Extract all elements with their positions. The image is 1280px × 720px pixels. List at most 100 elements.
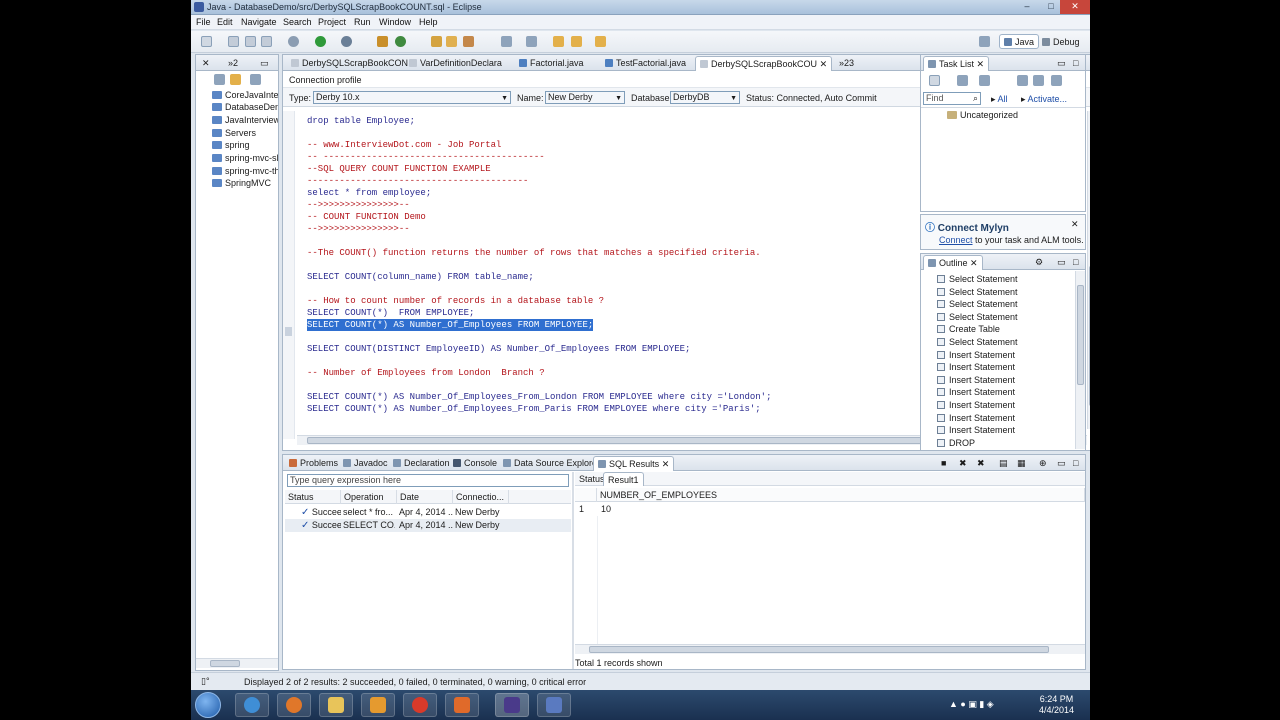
save-all-icon[interactable] (245, 36, 256, 47)
task-find-input[interactable]: Find ⌕ (923, 92, 981, 105)
back-icon[interactable] (571, 36, 582, 47)
history-col-connection[interactable]: Connectio... (453, 490, 509, 504)
menu-project[interactable]: Project (318, 17, 346, 27)
debug-icon[interactable] (288, 36, 299, 47)
outline-item[interactable]: Insert Statement (937, 424, 1015, 437)
task-list-minimize-icon[interactable]: ▭ (1053, 56, 1070, 71)
bottom-maximize-icon[interactable]: □ (1069, 456, 1082, 471)
all-filter-button[interactable]: ▸ All (991, 94, 1008, 105)
taskbar-app-blue[interactable] (537, 693, 571, 717)
open-perspective-icon[interactable] (979, 36, 990, 47)
tab-close-icon[interactable]: ✕ (820, 59, 828, 69)
tab-factorial-java[interactable]: Factorial.java (515, 56, 588, 71)
debug-perspective-button[interactable]: Debug (1037, 34, 1085, 49)
package-explorer-minimize-icon[interactable]: ▭ (256, 56, 273, 71)
print-icon[interactable] (261, 36, 272, 47)
mylyn-close-icon[interactable]: ✕ (1071, 219, 1079, 230)
menu-window[interactable]: Window (379, 17, 411, 27)
remove-all-icon[interactable]: ✖ (973, 456, 989, 471)
outline-item[interactable]: Select Statement (937, 286, 1018, 299)
outline-item[interactable]: Create Table (937, 323, 1000, 336)
results-row[interactable]: 1 10 (575, 503, 1085, 516)
tree-item[interactable]: spring-mvc-sl (212, 152, 278, 164)
new-task-icon[interactable] (929, 75, 940, 86)
stop-icon[interactable]: ■ (937, 456, 950, 471)
history-row[interactable]: ✓ Succee SELECT CO... Apr 4, 2014 ... Ne… (285, 519, 571, 532)
scheduled-icon[interactable] (979, 75, 990, 86)
outline-item[interactable]: Select Statement (937, 336, 1018, 349)
tree-item[interactable]: CoreJavaInter (212, 89, 278, 101)
history-row[interactable]: ✓ Succee select * fro... Apr 4, 2014 ...… (285, 506, 571, 519)
connect-link[interactable]: Connect (939, 235, 973, 245)
remove-icon[interactable]: ✖ (955, 456, 971, 471)
outline-item[interactable]: Insert Statement (937, 412, 1015, 425)
save-results-icon[interactable]: ▦ (1013, 456, 1030, 471)
outline-item[interactable]: Select Statement (937, 311, 1018, 324)
tab-console[interactable]: Console (449, 456, 501, 471)
prev-annotation-icon[interactable] (526, 36, 537, 47)
uncategorized-category[interactable]: Uncategorized (947, 109, 1018, 121)
display-icon[interactable]: ▤ (995, 456, 1012, 471)
outline-item[interactable]: Select Statement (937, 273, 1018, 286)
outline-item[interactable]: Insert Statement (937, 361, 1015, 374)
menu-navigate[interactable]: Navigate (241, 17, 277, 27)
view-menu-icon[interactable] (250, 74, 261, 85)
taskbar-clock[interactable]: 6:24 PM 4/4/2014 (1039, 694, 1074, 716)
tree-item[interactable]: DatabaseDem (212, 101, 278, 113)
tab-close-icon[interactable]: ✕ (970, 258, 978, 268)
package-explorer-close-icon[interactable]: ✕ (198, 56, 214, 71)
editor-vscroll-thumb[interactable] (1089, 266, 1090, 406)
activate-button[interactable]: ▸ Activate... (1021, 94, 1067, 105)
taskbar-eclipse[interactable] (495, 693, 529, 717)
outline-item[interactable]: Insert Statement (937, 386, 1015, 399)
tree-item[interactable]: spring-mvc-th (212, 165, 278, 177)
outline-menu-icon[interactable]: ⚙ (1031, 255, 1047, 270)
menu-search[interactable]: Search (283, 17, 312, 27)
tab-test-factorial-java[interactable]: TestFactorial.java (601, 56, 690, 71)
open-type-icon[interactable] (431, 36, 442, 47)
name-combo[interactable]: New Derby ▼ (545, 91, 625, 104)
query-filter-input[interactable]: Type query expression here (287, 474, 569, 487)
tab-derby-scrapbook-count[interactable]: DerbySQLScrapBookCOU ✕ (695, 56, 833, 71)
menu-file[interactable]: File (196, 17, 211, 27)
last-edit-icon[interactable] (553, 36, 564, 47)
new-class-icon[interactable] (395, 36, 406, 47)
history-col-operation[interactable]: Operation (341, 490, 397, 504)
new-java-project-icon[interactable] (377, 36, 388, 47)
tab-javadoc[interactable]: Javadoc (339, 456, 392, 471)
history-col-date[interactable]: Date (397, 490, 453, 504)
tab-derby-scrapbook-con[interactable]: DerbySQLScrapBookCON (287, 56, 412, 71)
filter-icon[interactable] (1017, 75, 1028, 86)
outline-item[interactable]: Insert Statement (937, 349, 1015, 362)
outline-item[interactable]: Insert Statement (937, 374, 1015, 387)
taskbar-media[interactable] (361, 693, 395, 717)
outline-minimize-icon[interactable]: ▭ (1053, 255, 1070, 270)
forward-icon[interactable] (595, 36, 606, 47)
close-button[interactable]: ✕ (1060, 0, 1090, 14)
tab-close-icon[interactable]: ✕ (977, 59, 985, 69)
results-hscroll-thumb[interactable] (589, 646, 1049, 653)
menu-run[interactable]: Run (354, 17, 371, 27)
search-icon[interactable] (463, 36, 474, 47)
collapse-icon[interactable] (1033, 75, 1044, 86)
tray-icons[interactable]: ▲ ● ▣ ▮ ◈ (949, 699, 994, 710)
package-explorer-hscroll[interactable] (196, 658, 278, 668)
tree-item[interactable]: JavaInterview- (212, 114, 278, 126)
bottom-minimize-icon[interactable]: ▭ (1053, 456, 1070, 471)
taskbar-app-orange[interactable] (445, 693, 479, 717)
taskbar-explorer[interactable] (319, 693, 353, 717)
open-task-icon[interactable] (446, 36, 457, 47)
package-explorer-hscroll-thumb[interactable] (210, 660, 240, 667)
java-perspective-button[interactable]: Java (999, 34, 1040, 49)
editor-tab-overflow[interactable]: »23 (835, 56, 858, 71)
pin-icon[interactable]: ⊕ (1035, 456, 1051, 471)
results-hscroll[interactable] (575, 644, 1085, 654)
fast-view-icon[interactable]: ▯° (201, 676, 210, 687)
outline-vscroll[interactable] (1075, 271, 1085, 449)
editor-maximize-icon[interactable]: □ (1089, 56, 1090, 71)
outline-item[interactable]: Select Statement (937, 298, 1018, 311)
menu-edit[interactable]: Edit (217, 17, 233, 27)
link-editor-icon[interactable] (230, 74, 241, 85)
new-icon[interactable] (201, 36, 212, 47)
tab-problems[interactable]: Problems (285, 456, 342, 471)
